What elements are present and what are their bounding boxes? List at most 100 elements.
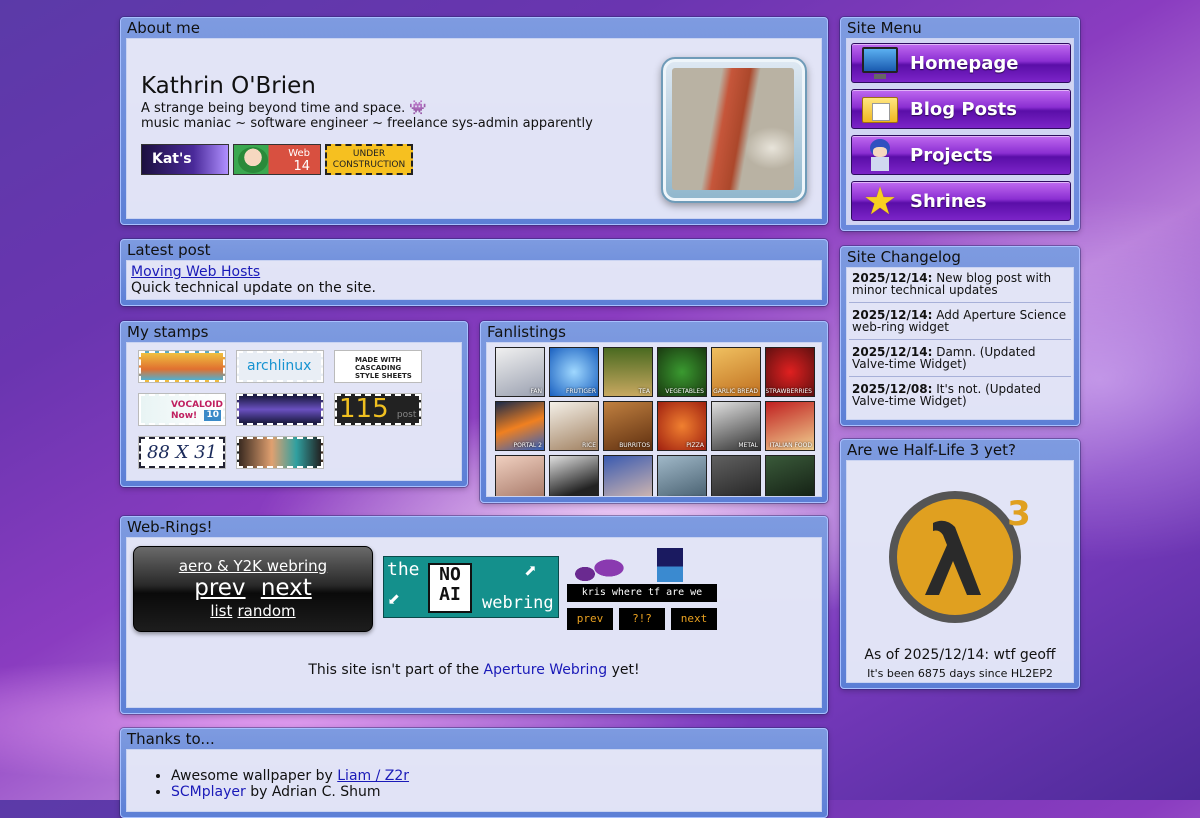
fanlisting-label: FAN xyxy=(530,388,543,395)
kris-prev-button[interactable]: prev xyxy=(567,608,613,630)
hl3-title: Are we Half-Life 3 yet? xyxy=(847,441,1016,459)
kats-blog-label: Kat's Blog xyxy=(152,151,192,167)
fanlisting-button[interactable]: VEGETABLES xyxy=(657,347,707,397)
fanlisting-button[interactable]: FAN xyxy=(495,347,545,397)
menu-shrines-button[interactable]: ★ Shrines xyxy=(851,181,1071,221)
thanks-list: Awesome wallpaper by Liam / Z2r SCMplaye… xyxy=(127,768,821,800)
space-invader-icon: 👾 xyxy=(409,100,427,116)
latest-post-body: Moving Web Hosts Quick technical update … xyxy=(126,260,822,300)
author-name: Kathrin O'Brien xyxy=(141,73,316,99)
about-title: About me xyxy=(127,19,200,37)
fanlisting-button[interactable]: PORTAL 2 xyxy=(495,401,545,451)
hl3-number: 3 xyxy=(1007,494,1031,534)
aperture-webring-link[interactable]: Aperture Webring xyxy=(484,662,608,678)
stamps-title: My stamps xyxy=(127,323,209,341)
webrings-body: aero & Y2K webring prev next list random… xyxy=(126,537,822,708)
menu-homepage-label: Homepage xyxy=(910,52,1019,74)
scmplayer-link[interactable]: SCMplayer xyxy=(171,784,246,800)
fanlisting-label: FRUTIGER xyxy=(565,388,596,395)
menu-blog-posts-button[interactable]: Blog Posts xyxy=(851,89,1071,129)
changelog-entry: 2025/12/14: New blog post with minor tec… xyxy=(849,270,1071,303)
fanlisting-button[interactable]: RICE xyxy=(549,401,599,451)
site-menu-panel: Site Menu Homepage Blog Posts Projects ★… xyxy=(840,17,1080,231)
fanlistings-title: Fanlistings xyxy=(487,323,566,341)
no-ai-webring-banner[interactable]: the NO AI ⬋ ⬈ webring xyxy=(383,556,559,618)
fanlisting-button[interactable] xyxy=(603,455,653,496)
stamp-anime-eyes xyxy=(236,393,324,426)
thanks-panel: Thanks to... Awesome wallpaper by Liam /… xyxy=(120,728,828,818)
thanks-item: SCMplayer by Adrian C. Shum xyxy=(171,784,821,800)
folder-icon xyxy=(858,91,902,127)
changelog-entry: 2025/12/14: Damn. (Updated Valve-time Wi… xyxy=(849,340,1071,377)
fanlisting-button[interactable] xyxy=(495,455,545,496)
fanlisting-button[interactable]: BURRITOS xyxy=(603,401,653,451)
aero-webring-prev-link[interactable]: prev xyxy=(194,575,245,601)
under-construction-button[interactable]: UNDER CONSTRUCTION xyxy=(325,144,413,175)
fanlisting-button[interactable]: SOLID STATE xyxy=(711,455,761,496)
fanlisting-button[interactable]: MONONOKE xyxy=(657,455,707,496)
fanlisting-button[interactable] xyxy=(765,455,815,496)
hl3-body: 3 As of 2025/12/14: wtf geoff It's been … xyxy=(846,460,1074,683)
changelog-entry: 2025/12/14: Add Aperture Science web-rin… xyxy=(849,303,1071,340)
stamp-115: 115 post xyxy=(334,393,422,426)
thanks-item: Awesome wallpaper by Liam / Z2r xyxy=(171,768,821,784)
web14-anime-girl-icon xyxy=(238,147,268,173)
fanlisting-label: RICE xyxy=(582,442,596,449)
fanlisting-button[interactable]: TEA xyxy=(603,347,653,397)
aero-webring-name-link[interactable]: aero & Y2K webring xyxy=(179,557,327,575)
under-label: UNDER xyxy=(352,149,386,159)
webrings-panel: Web-Rings! aero & Y2K webring prev next … xyxy=(120,516,828,714)
fanlisting-button[interactable]: METAL xyxy=(711,401,761,451)
stamp-anime-face xyxy=(236,436,324,469)
about-panel: About me Kathrin O'Brien A strange being… xyxy=(120,17,828,225)
kris-random-button[interactable]: ?!? xyxy=(619,608,665,630)
fanlisting-button[interactable]: ITALIAN FOOD xyxy=(765,401,815,451)
kats-blog-button[interactable]: Kat's Blog xyxy=(141,144,229,175)
about-body: Kathrin O'Brien A strange being beyond t… xyxy=(126,38,822,219)
aero-webring-list-link[interactable]: list xyxy=(210,602,232,620)
author-subtitle: music maniac ~ software engineer ~ freel… xyxy=(141,116,593,131)
fanlisting-button[interactable] xyxy=(549,455,599,496)
latest-post-title: Latest post xyxy=(127,241,211,259)
hl3-days: It's been 6875 days since HL2EP2 xyxy=(867,667,1053,680)
half-life-3-logo-icon: 3 xyxy=(889,491,1031,623)
construction-label: CONSTRUCTION xyxy=(332,160,406,170)
fanlisting-button[interactable]: FRUTIGER xyxy=(549,347,599,397)
site-menu-body: Homepage Blog Posts Projects ★ Shrines xyxy=(846,38,1074,225)
kris-webring: kris where tf are we prev ?!? next xyxy=(567,548,717,632)
thanks-body: Awesome wallpaper by Liam / Z2r SCMplaye… xyxy=(126,749,822,812)
no-ai-sign: NO AI xyxy=(428,563,472,613)
webrings-title: Web-Rings! xyxy=(127,518,213,536)
aperture-webring-line: This site isn't part of the Aperture Web… xyxy=(308,662,640,678)
character-icon xyxy=(858,137,902,173)
fanlisting-label: PORTAL 2 xyxy=(513,442,542,449)
profile-photo-frame xyxy=(661,57,807,203)
site-menu-title: Site Menu xyxy=(847,19,922,37)
aero-webring-next-link[interactable]: next xyxy=(261,575,312,601)
stamp-cartoon xyxy=(138,350,226,383)
fanlisting-button[interactable]: GARLIC BREAD xyxy=(711,347,761,397)
menu-shrines-label: Shrines xyxy=(910,190,987,212)
fanlisting-button[interactable]: STRAWBERRIES xyxy=(765,347,815,397)
menu-projects-button[interactable]: Projects xyxy=(851,135,1071,175)
aero-webring-random-link[interactable]: random xyxy=(237,602,295,620)
wallpaper-credit-link[interactable]: Liam / Z2r xyxy=(337,768,409,784)
monitor-icon xyxy=(858,45,902,81)
tagline-text: A strange being beyond time and space. xyxy=(141,101,406,116)
kris-caption: kris where tf are we xyxy=(567,584,717,602)
menu-homepage-button[interactable]: Homepage xyxy=(851,43,1071,83)
aero-y2k-webring: aero & Y2K webring prev next list random xyxy=(133,546,373,632)
hl3-status: As of 2025/12/14: wtf geoff xyxy=(864,647,1056,663)
web14-button[interactable]: Web 14 xyxy=(233,144,321,175)
susie-sprite-icon xyxy=(571,550,631,584)
fanlistings-body: FAN FRUTIGER TEA VEGETABLES GARLIC BREAD STRA… xyxy=(486,342,822,497)
menu-projects-label: Projects xyxy=(910,144,993,166)
fanlisting-label: BURRITOS xyxy=(619,442,650,449)
changelog-panel: Site Changelog 2025/12/14: New blog post… xyxy=(840,246,1080,426)
thanks-title: Thanks to... xyxy=(127,730,215,748)
profile-photo xyxy=(672,68,794,190)
fanlisting-button[interactable]: PIZZA xyxy=(657,401,707,451)
latest-post-link[interactable]: Moving Web Hosts xyxy=(131,264,260,280)
kris-next-button[interactable]: next xyxy=(671,608,717,630)
stamp-archlinux: archlinux xyxy=(236,350,324,383)
